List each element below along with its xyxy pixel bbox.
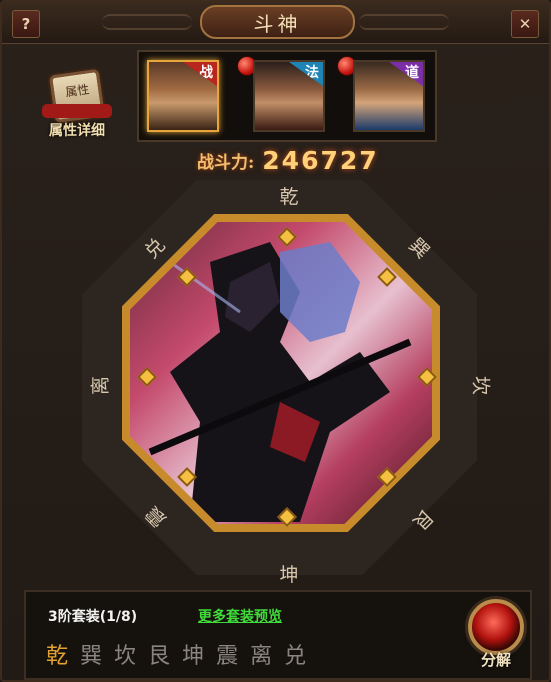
character-mage-tab[interactable]: 法 [253,60,325,132]
bagua-label-left: 离 [89,376,112,396]
trigram-kan: 坎 [114,644,137,669]
trigram-gen: 艮 [148,644,171,669]
title-ornament-right [359,14,449,30]
trigram-zhen: 震 [216,644,239,669]
combat-power-label: 战斗力: [197,152,255,173]
window-title: 斗神 [253,11,302,36]
trigram-kun: 坤 [182,644,205,669]
trigram-dui: 兑 [284,644,307,669]
title-bar: ? 斗神 ✕ [2,2,549,44]
title-ornament-left [102,14,192,30]
more-sets-preview-link[interactable]: 更多套装预览 [198,606,282,626]
trigram-list: 乾 巽 坎 艮 坤 震 离 兑 [46,638,306,670]
title-plate: 斗神 [200,5,355,39]
ribbon-icon [42,104,112,118]
close-button[interactable]: ✕ [511,10,539,38]
help-button[interactable]: ? [12,10,40,38]
trigram-qian: 乾 [46,644,69,669]
bagua-label-top: 乾 [279,186,299,208]
attribute-detail-label: 属性详细 [49,123,105,139]
set-bonus-panel: 3阶套装(1/8) 更多套装预览 乾 巽 坎 艮 坤 震 离 兑 [24,590,532,680]
decompose-button[interactable]: 分解 [462,597,530,669]
character-warrior-tab[interactable]: 战 [147,60,219,132]
combat-power: 战斗力: 246727 [197,144,379,176]
trigram-li: 离 [250,644,273,669]
set-title: 3阶套装(1/8) [48,609,138,625]
bagua-label-bottom: 坤 [279,564,299,586]
character-taoist-tab[interactable]: 道 [353,60,425,132]
bagua-label-right: 坎 [469,375,492,395]
trigram-xun: 巽 [80,644,103,669]
combat-power-value: 246727 [262,145,379,175]
attribute-detail-button[interactable]: 属性 属性详细 [37,64,117,144]
decompose-label: 分解 [480,651,511,669]
decompose-orb-icon [468,599,524,655]
doushen-window: ? 斗神 ✕ 属性 属性详细 战 法 道 战斗力: 246727 乾 巽 坎 艮… [0,0,551,682]
character-select-panel: 战 法 道 [137,50,437,142]
